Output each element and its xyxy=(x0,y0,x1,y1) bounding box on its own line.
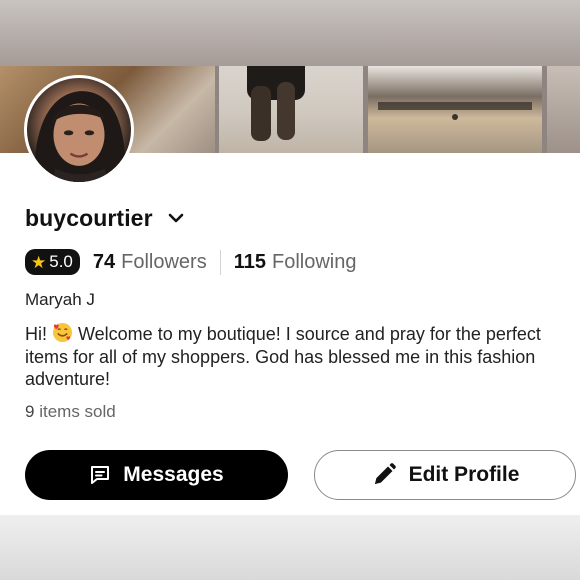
followers-label: Followers xyxy=(121,250,207,273)
following-count: 115 xyxy=(233,250,266,273)
items-sold: 9 items sold xyxy=(25,402,116,422)
display-name: Maryah J xyxy=(25,290,95,309)
stats-row: ★ 5.0 74 Followers 115 Following xyxy=(25,248,356,276)
rating-value: 5.0 xyxy=(49,252,73,271)
followers-count: 74 xyxy=(92,250,116,273)
message-bubble-icon xyxy=(91,466,110,484)
items-sold-label: items sold xyxy=(39,402,116,421)
cover-photo-tile xyxy=(368,66,542,153)
cover-photo-tile xyxy=(547,66,580,153)
username: buycourtier xyxy=(25,204,153,231)
chevron-down-icon[interactable] xyxy=(167,209,185,227)
avatar[interactable] xyxy=(24,75,134,185)
following-label: Following xyxy=(271,250,357,273)
edit-profile-button-label: Edit Profile xyxy=(408,463,520,486)
rating-badge[interactable]: ★ 5.0 xyxy=(25,249,80,275)
bio-text: Welcome to my boutique! I source and pra… xyxy=(25,324,541,389)
edit-profile-button[interactable]: Edit Profile xyxy=(314,450,576,500)
smiling-face-with-hearts-icon xyxy=(52,322,73,343)
star-icon: ★ xyxy=(31,252,47,272)
avatar-image xyxy=(34,91,126,182)
top-blurred-background xyxy=(0,0,580,66)
username-row[interactable]: buycourtier xyxy=(25,203,185,233)
cover-photo-tile xyxy=(219,66,363,153)
followers-stat[interactable]: 74 Followers xyxy=(93,251,207,274)
profile-bio: Hi! Welcome to my boutique! I source and… xyxy=(25,322,565,391)
following-stat[interactable]: 115 Following xyxy=(234,251,357,274)
pencil-icon xyxy=(374,463,396,484)
messages-button[interactable]: Messages xyxy=(25,450,288,500)
stats-divider xyxy=(219,249,221,275)
items-sold-count: 9 xyxy=(25,402,35,421)
bottom-blurred-background xyxy=(0,515,580,580)
messages-button-label: Messages xyxy=(123,463,224,486)
bio-prefix: Hi! xyxy=(25,324,52,344)
